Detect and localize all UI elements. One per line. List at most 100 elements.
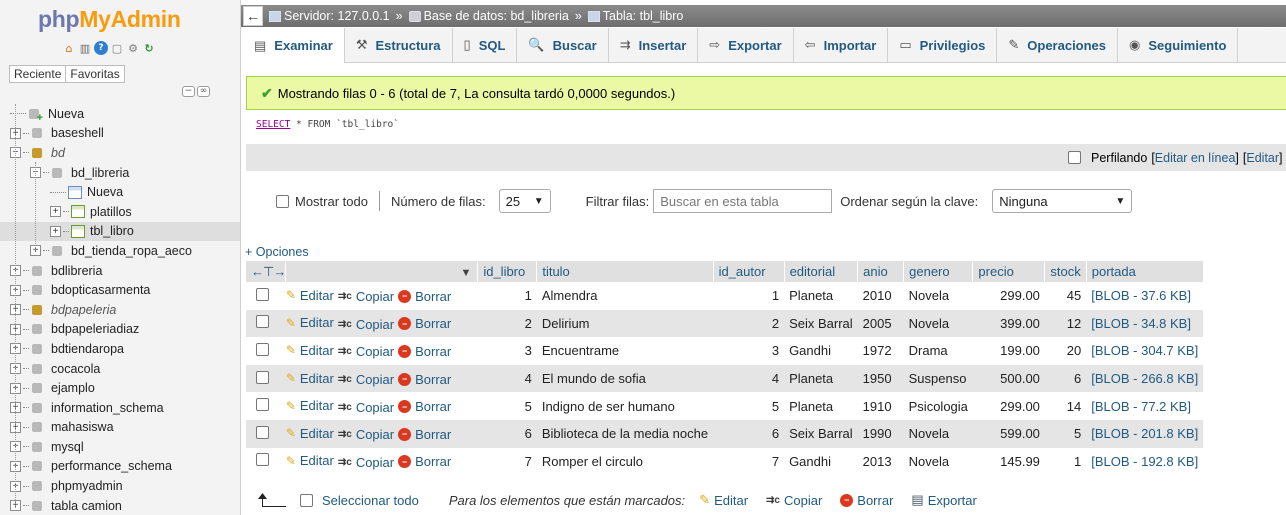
row-copy-button[interactable]: ⇉c Copiar <box>338 372 394 387</box>
tree-item-mahasiswa[interactable]: + mahasiswa <box>0 418 240 438</box>
tab-examinar[interactable]: ▤ Examinar <box>243 28 345 63</box>
row-checkbox[interactable] <box>256 398 269 412</box>
tree-item-bdlibreria[interactable]: + bdlibreria <box>0 261 240 281</box>
cell-portada[interactable]: [BLOB - 192.8 KB] <box>1086 447 1204 476</box>
link-with-main-icon[interactable]: ∞ <box>197 86 210 97</box>
column-arrows-icon[interactable]: ←⊤→ <box>251 264 286 279</box>
row-checkbox[interactable] <box>256 342 269 356</box>
sort-key-select[interactable]: Ninguna ▼ <box>992 189 1133 213</box>
column-header-anio[interactable]: anio <box>857 261 905 282</box>
tab-insertar[interactable]: ⇉ Insertar <box>609 28 699 62</box>
tree-item-bd-libreria[interactable]: − bd_libreria <box>0 163 240 183</box>
tab-seguimiento[interactable]: ◉ Seguimiento <box>1118 28 1239 62</box>
column-header-stock[interactable]: stock <box>1044 261 1087 282</box>
tree-item-baseshell[interactable]: + baseshell <box>0 124 240 144</box>
nav-tab-recent[interactable]: Reciente <box>9 65 67 83</box>
select-all-checkbox[interactable] <box>300 493 313 507</box>
tree-item-bd[interactable]: − bd <box>0 143 240 163</box>
row-delete-button[interactable]: − Borrar <box>398 316 451 331</box>
tree-item-bdpapeleriadiaz[interactable]: + bdpapeleriadiaz <box>0 320 240 340</box>
tab-importar[interactable]: ⇦ Importar <box>794 28 889 62</box>
bulk-edit-button[interactable]: ✎ Editar <box>699 492 748 508</box>
row-delete-button[interactable]: − Borrar <box>398 427 451 442</box>
bulk-copy-button[interactable]: ⇉c Copiar <box>766 493 822 508</box>
expand-icon[interactable]: + <box>50 206 61 218</box>
profiling-checkbox[interactable] <box>1068 151 1082 164</box>
settings-gear-icon[interactable]: ⚙ <box>126 41 140 55</box>
row-edit-button[interactable]: ✎ Editar <box>286 453 334 468</box>
cell-portada[interactable]: [BLOB - 77.2 KB] <box>1086 392 1204 420</box>
tree-item-bdtiendaropa[interactable]: + bdtiendaropa <box>0 339 240 359</box>
row-checkbox[interactable] <box>256 370 269 384</box>
documentation-icon[interactable]: ▢ <box>110 41 124 55</box>
row-checkbox[interactable] <box>256 315 269 329</box>
tree-item-nueva[interactable]: Nueva <box>0 182 240 202</box>
collapse-all-icon[interactable]: − <box>182 86 195 97</box>
logout-icon[interactable]: ▥ <box>78 41 92 55</box>
bulk-export-button[interactable]: ▤ Exportar <box>911 492 976 508</box>
row-copy-button[interactable]: ⇉c Copiar <box>338 400 394 415</box>
filter-input[interactable]: Buscar en esta tabla <box>653 189 833 213</box>
sql-keyword-select[interactable]: SELECT <box>256 119 290 130</box>
tree-item-phpmyadmin[interactable]: + phpmyadmin <box>0 476 240 496</box>
row-checkbox[interactable] <box>256 453 269 467</box>
edit-query-link[interactable]: Editar <box>1246 151 1279 165</box>
column-header-editorial[interactable]: editorial <box>784 261 859 282</box>
column-arrows-header[interactable]: ←⊤→ <box>246 261 286 282</box>
row-copy-button[interactable]: ⇉c Copiar <box>338 455 394 470</box>
row-checkbox[interactable] <box>256 287 269 301</box>
sort-triangle-icon[interactable]: ▼ <box>460 267 471 279</box>
row-delete-button[interactable]: − Borrar <box>398 399 451 414</box>
tree-item-mysql[interactable]: + mysql <box>0 437 240 457</box>
column-header-id-libro[interactable]: id_libro <box>477 261 538 282</box>
row-copy-button[interactable]: ⇉c Copiar <box>338 344 394 359</box>
tree-item-bdopticasarmenta[interactable]: + bdopticasarmenta <box>0 280 240 300</box>
show-all-checkbox[interactable] <box>276 194 289 208</box>
tree-item-tbl-libro[interactable]: + tbl_libro <box>0 221 240 242</box>
row-edit-button[interactable]: ✎ Editar <box>286 315 334 330</box>
cell-portada[interactable]: [BLOB - 266.8 KB] <box>1086 364 1204 393</box>
bulk-delete-button[interactable]: − Borrar <box>840 493 893 508</box>
phpmyadmin-logo[interactable]: phpMyAdmin <box>38 6 181 33</box>
home-icon[interactable]: ⌂ <box>62 41 76 55</box>
tree-item-performance-schema[interactable]: + performance_schema <box>0 457 240 477</box>
tab-exportar[interactable]: ⇨ Exportar <box>698 28 794 62</box>
cell-portada[interactable]: [BLOB - 37.6 KB] <box>1086 282 1204 310</box>
row-checkbox[interactable] <box>256 425 269 439</box>
edit-inline-link[interactable]: Editar en línea <box>1155 151 1236 165</box>
row-edit-button[interactable]: ✎ Editar <box>286 426 334 441</box>
cell-portada[interactable]: [BLOB - 201.8 KB] <box>1086 419 1204 448</box>
tree-item-platillos[interactable]: + platillos <box>0 202 240 222</box>
tab-estructura[interactable]: ⚒ Estructura <box>345 28 453 62</box>
row-copy-button[interactable]: ⇉c Copiar <box>338 427 394 442</box>
row-delete-button[interactable]: − Borrar <box>398 344 451 359</box>
rows-select[interactable]: 25 ▼ <box>498 189 551 213</box>
row-copy-button[interactable]: ⇉c Copiar <box>338 317 394 332</box>
tab-buscar[interactable]: 🔍 Buscar <box>517 28 609 62</box>
tree-item-tabla-camion[interactable]: + tabla camion <box>0 496 240 515</box>
tab-privilegios[interactable]: ▭ Privilegios <box>888 28 998 62</box>
row-edit-button[interactable]: ✎ Editar <box>286 398 334 413</box>
breadcrumb-database[interactable]: Base de datos: bd_libreria <box>424 9 569 23</box>
help-icon[interactable]: ? <box>94 41 108 55</box>
row-edit-button[interactable]: ✎ Editar <box>286 343 334 358</box>
column-header-portada[interactable]: portada <box>1086 261 1204 282</box>
tree-item-information-schema[interactable]: + information_schema <box>0 398 240 418</box>
row-delete-button[interactable]: − Borrar <box>398 289 451 304</box>
options-link[interactable]: + Opciones <box>245 245 309 259</box>
collapse-nav-icon[interactable]: ← <box>243 6 263 26</box>
tree-item-bd-tienda-ropa-aeco[interactable]: + bd_tienda_ropa_aeco <box>0 241 240 261</box>
tree-item-cocacola[interactable]: + cocacola <box>0 359 240 379</box>
row-delete-button[interactable]: − Borrar <box>398 454 451 469</box>
cell-portada[interactable]: [BLOB - 304.7 KB] <box>1086 337 1204 365</box>
column-header-id-autor[interactable]: id_autor <box>713 261 785 282</box>
sort-header[interactable]: ▼ <box>285 261 479 282</box>
tree-item-nueva[interactable]: Nueva <box>0 104 240 124</box>
tree-item-bdpapeleria[interactable]: + bdpapeleria <box>0 300 240 320</box>
nav-tab-favorites[interactable]: Favoritas <box>66 65 125 83</box>
tree-item-ejamplo[interactable]: + ejamplo <box>0 378 240 398</box>
breadcrumb-server[interactable]: Servidor: 127.0.0.1 <box>284 9 390 23</box>
column-header-titulo[interactable]: titulo <box>536 261 714 282</box>
breadcrumb-table[interactable]: Tabla: tbl_libro <box>603 9 684 23</box>
row-delete-button[interactable]: − Borrar <box>398 372 451 387</box>
